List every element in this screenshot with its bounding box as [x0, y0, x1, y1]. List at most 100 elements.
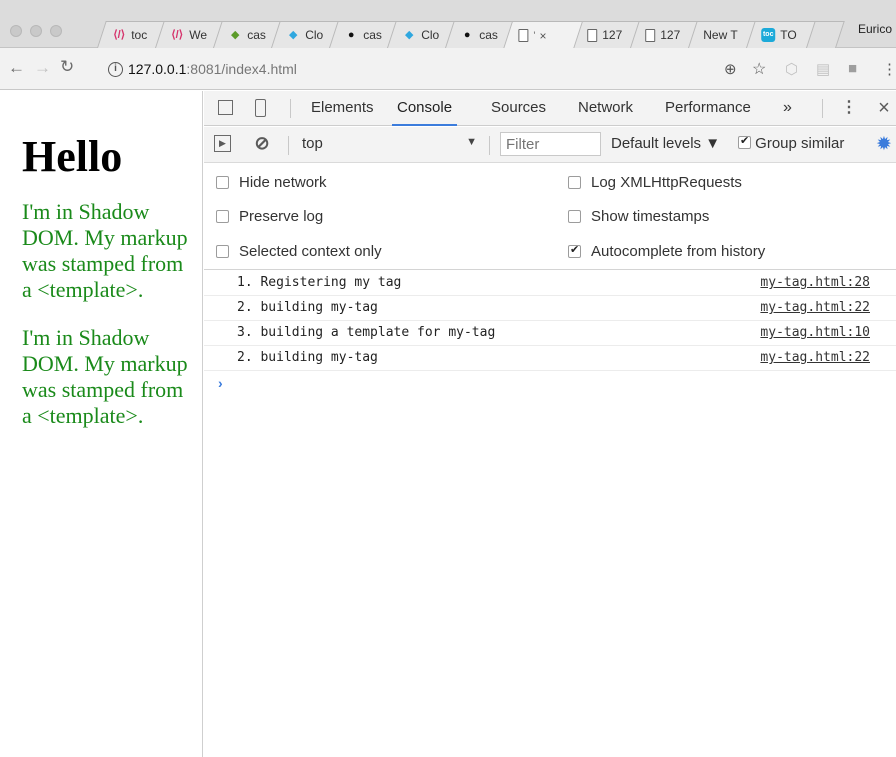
devtools-tab-bar: Elements Console Sources Network Perform…	[204, 91, 896, 126]
group-similar-toggle[interactable]: Group similar	[738, 134, 845, 152]
console-message: 3. building a template for my-tag my-tag…	[204, 321, 896, 346]
tab-strip: ⟨/⟩ toc ⟨/⟩ We ◆ cas ◆ Clo ● cas ◆ Clo ● cas 12…	[0, 0, 896, 49]
tab-label: New T	[703, 28, 738, 42]
log-xhr-option[interactable]: Log XMLHttpRequests	[568, 174, 742, 191]
tab-elements[interactable]: Elements	[311, 91, 374, 126]
more-tabs-icon[interactable]: »	[783, 91, 792, 126]
close-icon[interactable]: ×	[539, 29, 546, 43]
group-similar-checkbox[interactable]	[738, 134, 751, 149]
default-levels-dropdown[interactable]: Default levels ▼	[611, 135, 720, 152]
context-value: top	[302, 135, 323, 152]
clarity-logo-icon: ◆	[230, 29, 240, 41]
address-bar[interactable]: i 127.0.0.1:8081/index4.html	[108, 56, 896, 82]
hide-network-checkbox[interactable]	[216, 176, 229, 189]
message-text: 3. building a template for my-tag	[237, 325, 496, 340]
page-viewport: Hello I'm in Shadow DOM. My markup was s…	[0, 91, 203, 757]
message-source-link[interactable]: my-tag.html:10	[760, 321, 870, 345]
browser-menu-icon[interactable]: ⋮	[882, 60, 896, 78]
preserve-log-checkbox[interactable]	[216, 210, 229, 223]
gear-icon[interactable]: ✹	[876, 133, 892, 156]
tab-label: cas	[247, 28, 266, 42]
message-text: 1. Registering my tag	[237, 275, 402, 290]
url-path: :8081/index4.html	[186, 61, 297, 77]
show-timestamps-option[interactable]: Show timestamps	[568, 208, 709, 225]
tab-console[interactable]: Console	[392, 91, 458, 126]
inspect-element-icon[interactable]	[218, 100, 233, 115]
console-settings: Hide network Log XMLHttpRequests Preserv…	[204, 164, 896, 270]
divider	[489, 136, 490, 155]
shadow-dom-paragraph: I'm in Shadow DOM. My markup was stamped…	[22, 325, 188, 428]
zoom-window-dot[interactable]	[50, 25, 62, 37]
console-messages: 1. Registering my tag my-tag.html:28 2. …	[204, 271, 896, 391]
zoom-icon[interactable]: ⊕	[724, 60, 737, 78]
tab-label: toc	[131, 28, 148, 42]
back-arrow-icon[interactable]: ←	[8, 58, 25, 78]
group-similar-label: Group similar	[755, 135, 845, 152]
clear-console-icon[interactable]: ⊘	[252, 133, 272, 153]
tab-network[interactable]: Network	[578, 91, 633, 126]
devtools-menu-icon[interactable]: ⋮	[839, 98, 859, 118]
console-message: 1. Registering my tag my-tag.html:28	[204, 271, 896, 296]
forward-arrow-icon[interactable]: →	[34, 58, 51, 78]
extension-icon[interactable]: ▤	[816, 60, 830, 78]
hide-network-option[interactable]: Hide network	[216, 174, 327, 191]
option-label: Log XMLHttpRequests	[591, 174, 742, 191]
tab-label: Clo	[421, 28, 440, 42]
new-tab-button[interactable]	[806, 21, 845, 48]
option-label: Preserve log	[239, 208, 324, 225]
polymer-icon: ⟨/⟩	[171, 29, 184, 41]
autocomplete-checkbox[interactable]	[568, 243, 581, 258]
autocomplete-option[interactable]: Autocomplete from history	[568, 243, 765, 260]
tab-label: cas	[363, 28, 382, 42]
show-timestamps-checkbox[interactable]	[568, 210, 581, 223]
browser-toolbar: ← → ↻ i 127.0.0.1:8081/index4.html ⊕ ☆ ⬡…	[0, 48, 896, 90]
tab-label: 127	[660, 28, 681, 42]
tab-label: cas	[479, 28, 498, 42]
log-xhr-checkbox[interactable]	[568, 176, 581, 189]
extension-square-icon[interactable]: ■	[848, 60, 857, 77]
info-icon[interactable]: i	[108, 61, 123, 77]
tab-active-index4[interactable]: ' ×	[503, 21, 584, 49]
message-source-link[interactable]: my-tag.html:22	[760, 346, 870, 370]
tab-performance[interactable]: Performance	[665, 91, 751, 126]
tab-sources[interactable]: Sources	[491, 91, 546, 126]
polymer-icon: ⟨/⟩	[113, 29, 126, 41]
selected-context-checkbox[interactable]	[216, 245, 229, 258]
device-toolbar-icon[interactable]	[255, 99, 266, 117]
option-label: Show timestamps	[591, 208, 710, 225]
close-window-dot[interactable]	[10, 25, 22, 37]
divider	[290, 99, 291, 118]
selected-context-option[interactable]: Selected context only	[216, 243, 382, 260]
dropdown-arrow-icon: ▼	[466, 136, 477, 148]
bookmark-star-icon[interactable]: ☆	[752, 59, 766, 79]
tab-label: TO	[780, 28, 797, 42]
close-devtools-icon[interactable]: ×	[874, 98, 894, 118]
tab-label: '	[533, 29, 536, 42]
context-selector[interactable]: top ▼	[302, 135, 477, 152]
console-message: 2. building my-tag my-tag.html:22	[204, 346, 896, 371]
message-source-link[interactable]: my-tag.html:28	[760, 271, 870, 295]
dropbox-extension-icon[interactable]: ⬡	[785, 60, 798, 78]
sidebar-toggle-icon[interactable]: ▶	[214, 135, 231, 152]
tab-label: 127	[602, 28, 623, 42]
filter-input[interactable]	[500, 132, 601, 156]
preserve-log-option[interactable]: Preserve log	[216, 208, 323, 225]
minimize-window-dot[interactable]	[30, 25, 42, 37]
option-label: Autocomplete from history	[591, 243, 766, 260]
document-icon	[587, 28, 598, 42]
message-source-link[interactable]: my-tag.html:22	[760, 296, 870, 320]
tab-label: Clo	[305, 28, 324, 42]
divider	[822, 99, 823, 118]
github-icon: ●	[347, 29, 355, 41]
profile-name[interactable]: Eurico	[858, 22, 892, 36]
shadow-dom-paragraph: I'm in Shadow DOM. My markup was stamped…	[22, 199, 188, 302]
tab-label: We	[189, 28, 208, 42]
document-icon	[518, 29, 529, 42]
reload-icon[interactable]: ↻	[60, 57, 74, 77]
console-prompt-icon[interactable]: ›	[218, 375, 223, 391]
github-icon: ●	[463, 29, 471, 41]
option-label: Hide network	[239, 174, 327, 191]
devtools-panel: Elements Console Sources Network Perform…	[204, 91, 896, 757]
message-text: 2. building my-tag	[237, 300, 378, 315]
toc-icon: toc	[761, 28, 776, 42]
